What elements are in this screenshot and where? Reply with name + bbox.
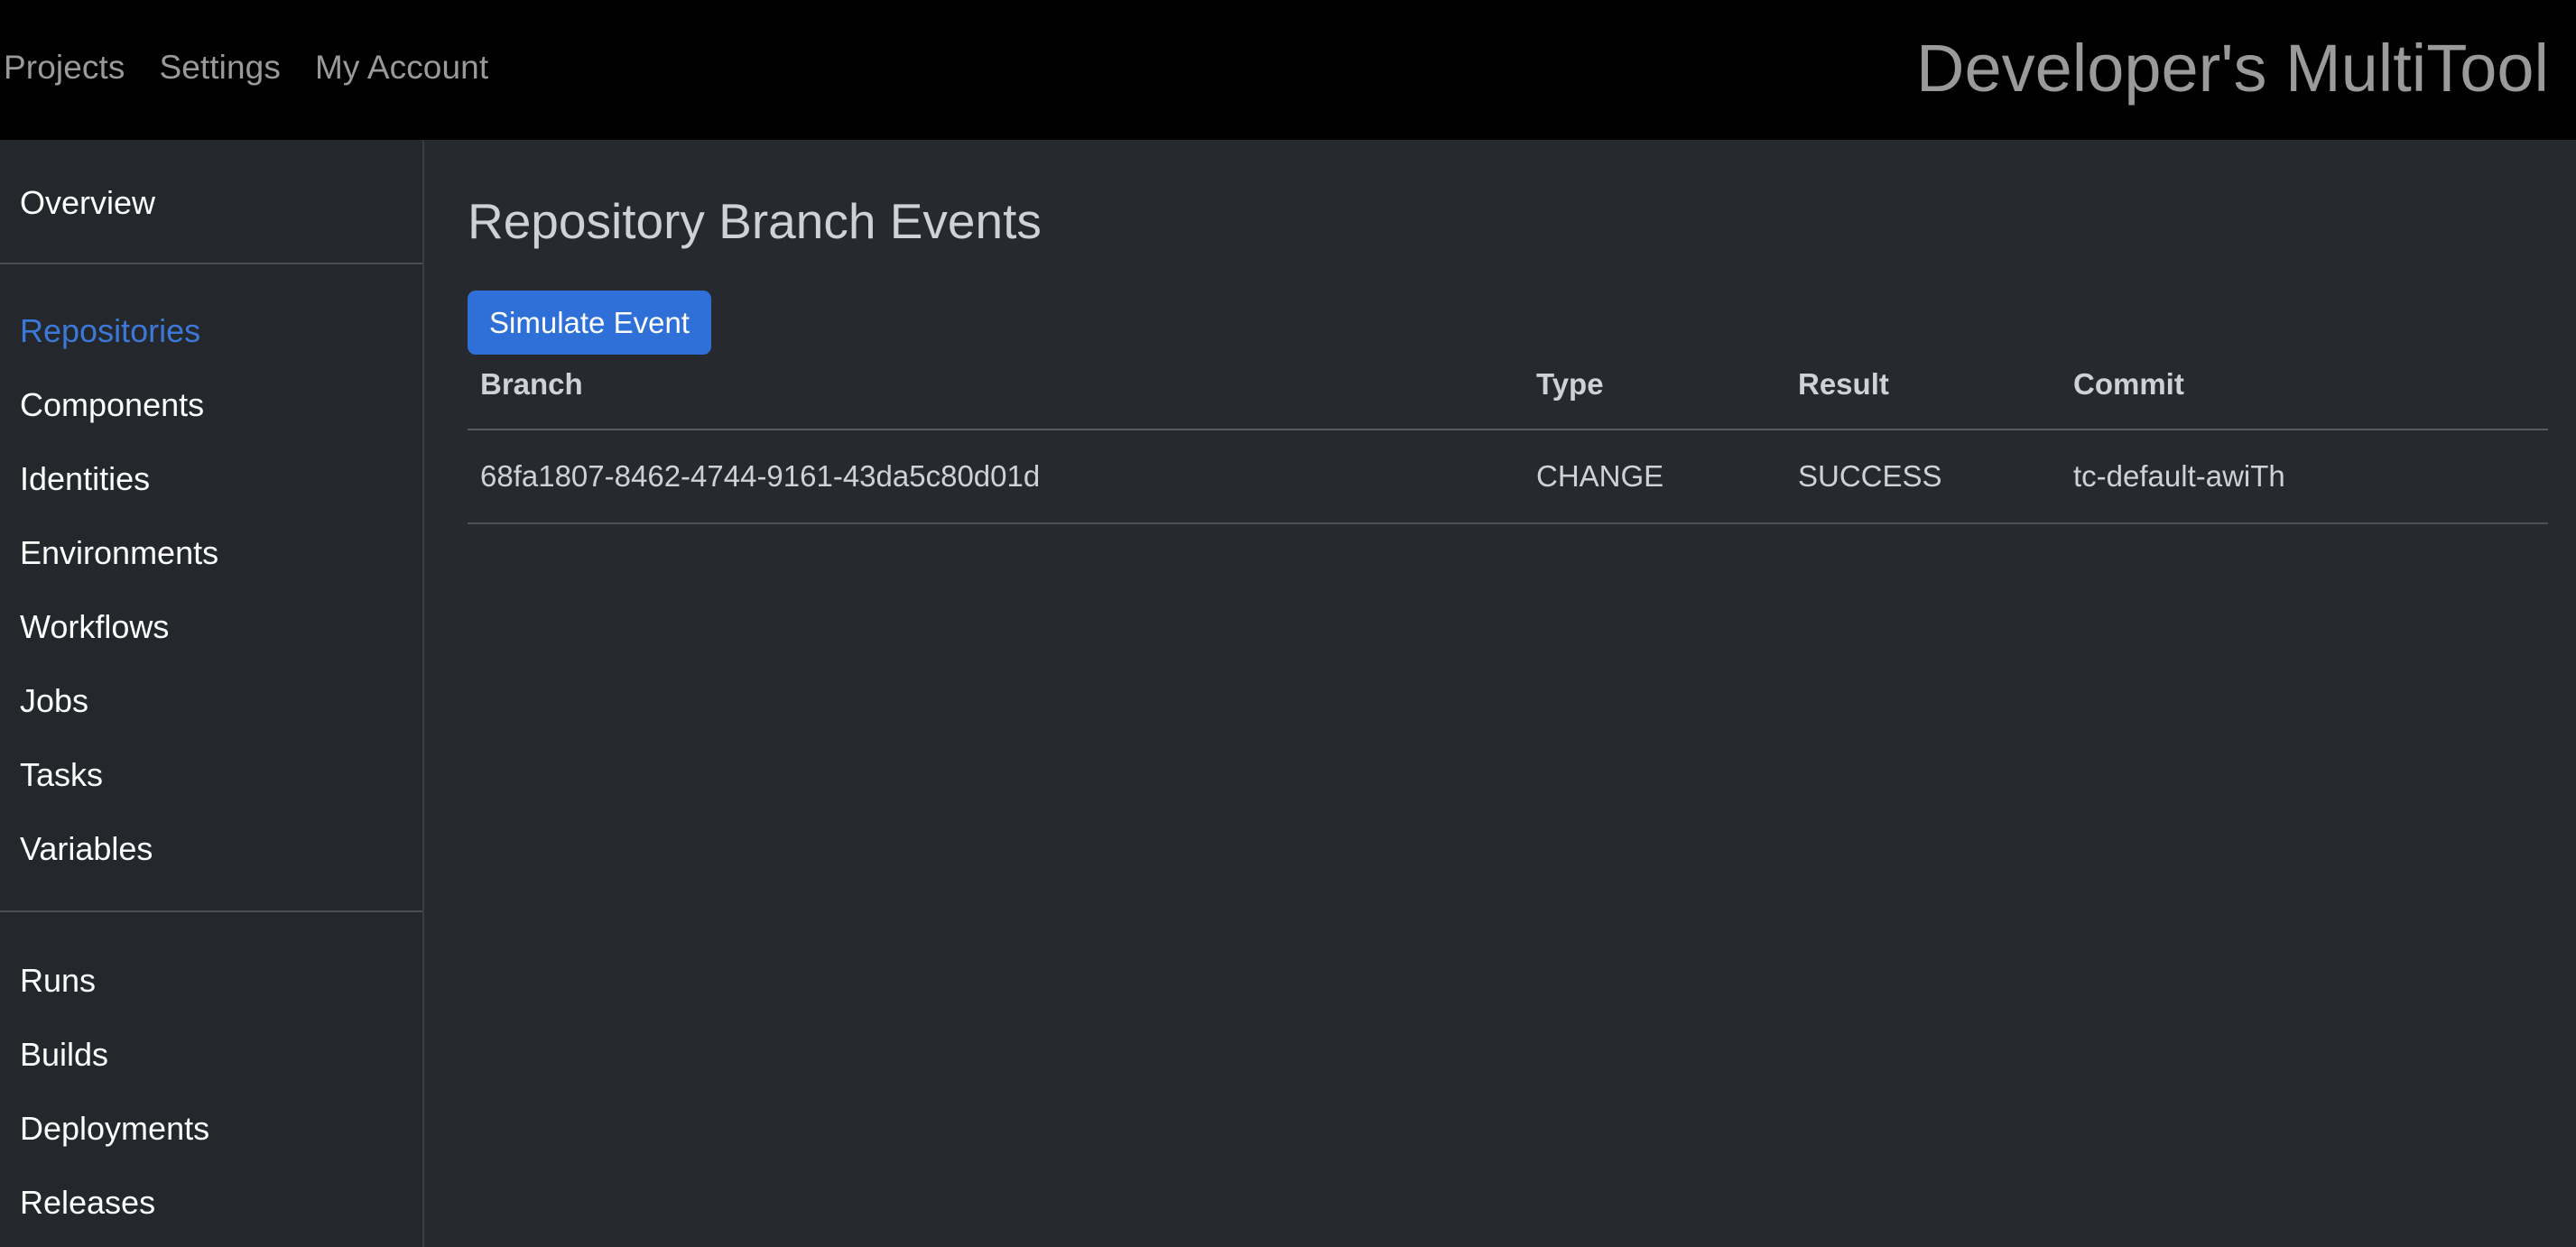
sidebar-item-workflows[interactable]: Workflows: [0, 611, 422, 643]
sidebar-group-primary: Overview: [0, 140, 422, 263]
sidebar-item-overview[interactable]: Overview: [0, 187, 422, 219]
sidebar-item-jobs[interactable]: Jobs: [0, 685, 422, 717]
sidebar-item-repositories[interactable]: Repositories: [0, 315, 422, 347]
cell-result: SUCCESS: [1785, 430, 2061, 524]
app-shell: Overview Repositories Components Identit…: [0, 140, 2576, 1247]
cell-commit: tc-default-awiTh: [2061, 430, 2548, 524]
sidebar-item-tasks[interactable]: Tasks: [0, 759, 422, 791]
cell-type: CHANGE: [1524, 430, 1785, 524]
sidebar-item-runs[interactable]: Runs: [0, 965, 422, 997]
sidebar-item-identities[interactable]: Identities: [0, 463, 422, 495]
column-header-commit: Commit: [2061, 367, 2548, 430]
nav-link-settings[interactable]: Settings: [159, 51, 281, 84]
simulate-event-button[interactable]: Simulate Event: [468, 291, 711, 355]
branch-events-table: Branch Type Result Commit 68fa1807-8462-…: [468, 367, 2548, 524]
sidebar: Overview Repositories Components Identit…: [0, 140, 424, 1247]
cell-branch: 68fa1807-8462-4744-9161-43da5c80d01d: [468, 430, 1524, 524]
table-header: Branch Type Result Commit: [468, 367, 2548, 430]
sidebar-item-environments[interactable]: Environments: [0, 537, 422, 569]
page-title: Repository Branch Events: [468, 193, 1042, 249]
sidebar-group-activity: Runs Builds Deployments Releases: [0, 912, 422, 1219]
nav-link-my-account[interactable]: My Account: [315, 51, 488, 84]
table-body: 68fa1807-8462-4744-9161-43da5c80d01d CHA…: [468, 430, 2548, 524]
sidebar-item-deployments[interactable]: Deployments: [0, 1113, 422, 1145]
table-header-row: Branch Type Result Commit: [468, 367, 2548, 430]
main-content: Repository Branch Events Simulate Event …: [424, 140, 2576, 1247]
sidebar-item-releases[interactable]: Releases: [0, 1187, 422, 1219]
sidebar-item-builds[interactable]: Builds: [0, 1039, 422, 1071]
nav-link-projects[interactable]: Projects: [4, 51, 125, 84]
sidebar-item-components[interactable]: Components: [0, 389, 422, 421]
table-row[interactable]: 68fa1807-8462-4744-9161-43da5c80d01d CHA…: [468, 430, 2548, 524]
app-brand-title: Developer's MultiTool: [1916, 30, 2549, 106]
sidebar-group-resources: Repositories Components Identities Envir…: [0, 264, 422, 910]
top-header-bar: Projects Settings My Account Developer's…: [0, 0, 2576, 140]
sidebar-item-variables[interactable]: Variables: [0, 833, 422, 865]
column-header-result: Result: [1785, 367, 2061, 430]
column-header-branch: Branch: [468, 367, 1524, 430]
column-header-type: Type: [1524, 367, 1785, 430]
top-navigation: Projects Settings My Account: [0, 51, 488, 84]
